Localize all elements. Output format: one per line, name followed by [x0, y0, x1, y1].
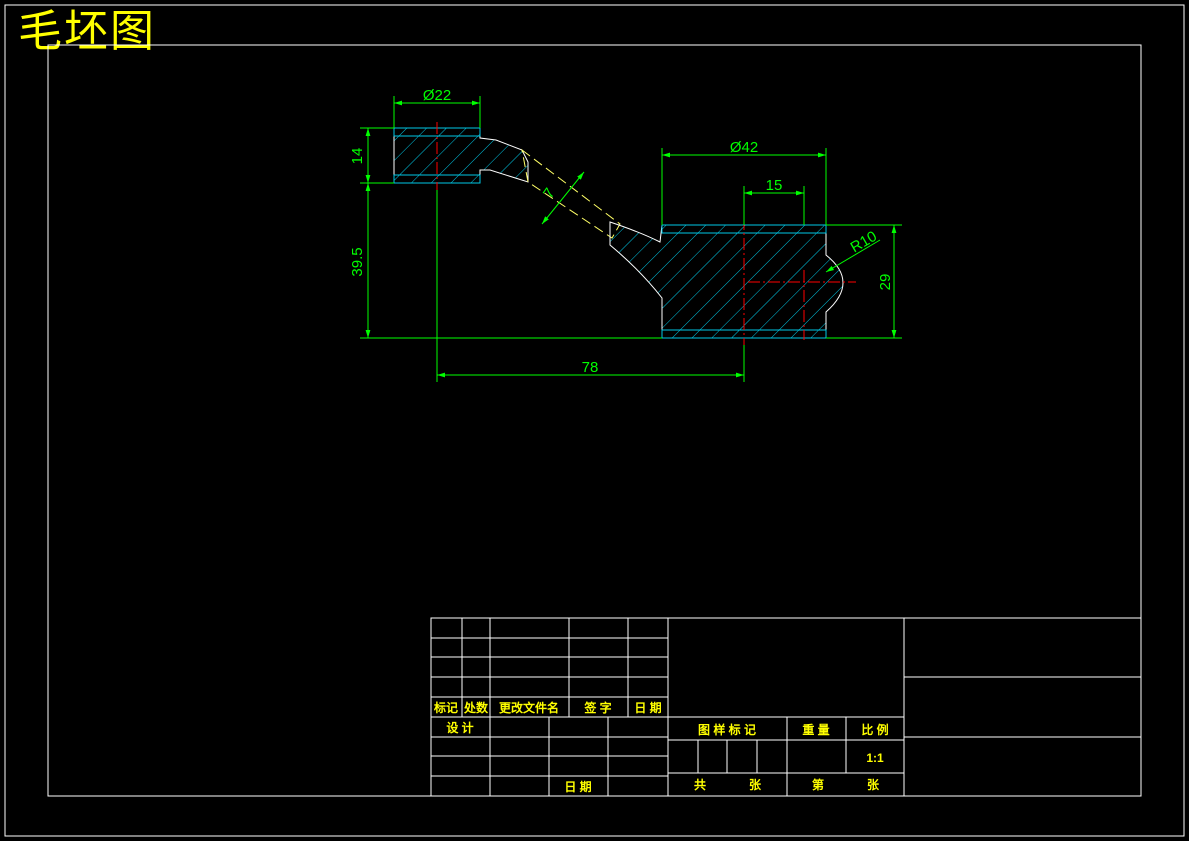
- tb-total-label: 共: [694, 777, 706, 792]
- dim-text-small-diameter: Ø22: [423, 87, 451, 104]
- tb-weight-label: 重 量: [802, 722, 829, 737]
- dim-text-center-distance: 78: [582, 359, 599, 376]
- title-block-texts: 标记 处数 更改文件名 签 字 日 期 设 计 日 期 图 样 标 记 重 量 …: [433, 700, 889, 794]
- tb-sheet-label: 张: [867, 777, 880, 792]
- tb-count-header: 处数: [463, 700, 489, 715]
- tb-date-header: 日 期: [634, 700, 661, 715]
- tb-design-label: 设 计: [446, 720, 473, 735]
- dim-text-large-offset: 15: [766, 177, 783, 194]
- tb-mark-header: 标记: [433, 700, 458, 715]
- tb-date-label: 日 期: [564, 779, 591, 794]
- dim-text-small-height: 14: [349, 148, 366, 165]
- arm-section: [521, 148, 621, 239]
- dim-text-large-height: 29: [877, 274, 894, 291]
- dim-text-height-offset: 39.5: [349, 247, 366, 276]
- tb-doc-header: 更改文件名: [499, 700, 559, 715]
- dim-text-notch-radius: R10: [848, 228, 880, 256]
- tb-scale-value: 1:1: [866, 751, 884, 765]
- drawing-canvas: Ø22 14 39.5 7 Ø42 15 R10 29 78 标记 处数 更改文…: [4, 4, 1185, 837]
- tb-drawing-mark-label: 图 样 标 记: [698, 722, 756, 737]
- tb-scale-label: 比 例: [861, 722, 888, 737]
- inner-border: [47, 44, 1142, 797]
- tb-sheet-no-label: 第: [812, 777, 824, 792]
- tb-sheets-label: 张: [749, 777, 762, 792]
- large-boss-section: [609, 221, 844, 339]
- tb-sign-header: 签 字: [583, 700, 611, 715]
- dim-text-large-diameter: Ø42: [730, 139, 758, 156]
- dim-text-arm-thickness: 7: [540, 185, 559, 202]
